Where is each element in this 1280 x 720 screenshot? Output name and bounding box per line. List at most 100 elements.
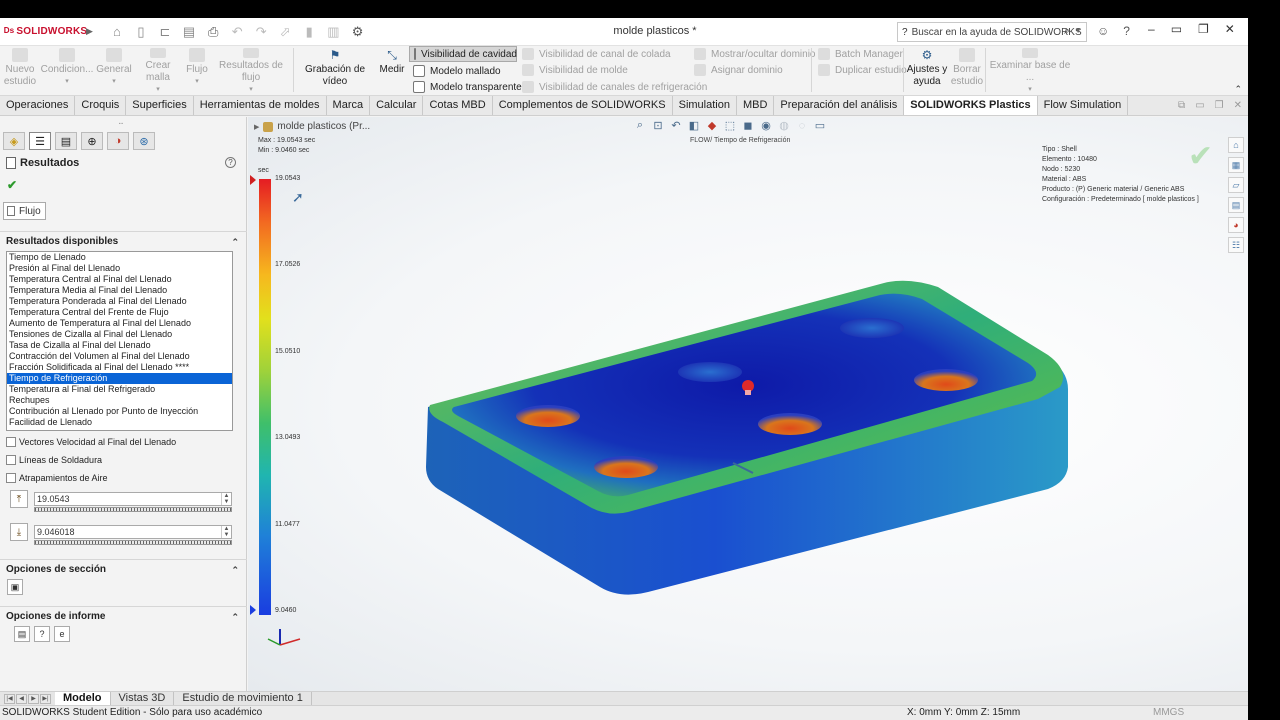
mold-visibility-toggle[interactable]: Visibilidad de molde [522,62,628,78]
result-list-item[interactable]: Tiempo de Llenado [7,252,232,263]
chevron-right-icon[interactable]: ▶ [86,26,93,37]
tab-12[interactable]: Flow Simulation [1038,96,1129,115]
hole-5[interactable] [840,318,904,338]
new-document-icon[interactable]: ▯ [135,24,147,40]
configuration-tab-icon[interactable]: ⊕ [81,132,103,150]
min-value-slider[interactable] [34,540,232,545]
chevron-up-icon[interactable]: ⌃ [231,607,239,627]
chevron-up-icon[interactable]: ⌃ [231,560,239,580]
ok-check-icon[interactable]: ✔ [7,178,17,192]
solidworks-logo[interactable]: ᴰˢ SOLIDWORKS [0,25,87,39]
hole-6[interactable] [914,369,978,391]
browse-database-button[interactable]: Examinar base de ... ▾ [988,46,1072,96]
tile-view-icon[interactable]: ⧉ [1178,100,1185,111]
result-list-item[interactable]: Presión al Final del Llenado [7,263,232,274]
tab-4[interactable]: Marca [327,96,371,115]
velocity-vectors-checkbox[interactable]: Vectores Velocidad al Final del Llenado [6,435,176,449]
tab-3[interactable]: Herramientas de moldes [194,96,327,115]
close-view-icon[interactable]: ✕ [1234,100,1242,111]
options-gear-icon[interactable]: ⚙ [352,24,364,40]
results-list[interactable]: Tiempo de Llenado Presión al Final del Ll… [6,251,233,431]
checkbox-box[interactable] [6,455,16,465]
ribbon-collapse-icon[interactable]: ⌃ [1234,84,1242,95]
feature-tree-tab-icon[interactable]: ☰ [29,132,51,150]
checkbox-box[interactable] [6,473,16,483]
bottom-tab-1[interactable]: Vistas 3D [111,692,175,705]
last-tab-icon[interactable]: ▶| [40,694,51,704]
status-units[interactable]: MMGS [1153,706,1184,720]
float-view-icon[interactable]: ▭ [1195,100,1204,111]
help-icon[interactable]: ? [1123,24,1130,38]
spinner-icon[interactable]: ▲ ▼ [221,526,231,538]
search-input[interactable]: Buscar en la ayuda de SOLIDWORKS [912,27,1082,38]
result-list-item[interactable]: Temperatura Central del Frente de Flujo [7,307,232,318]
batch-manager-button[interactable]: Batch Manager [818,46,903,62]
tab-10[interactable]: Preparación del análisis [774,96,905,115]
hole-1[interactable] [516,405,580,427]
first-tab-icon[interactable]: |◀ [4,694,15,704]
checkbox-box[interactable] [6,437,16,447]
restore-icon[interactable]: ❐ [1198,22,1209,36]
cavity-visibility-toggle[interactable]: Visibilidad de cavidad [409,46,517,62]
air-traps-checkbox[interactable]: Atrapamientos de Aire [6,471,108,485]
result-list-item[interactable]: Temperatura Central al Final del Llenado [7,274,232,285]
axis-triad[interactable] [267,629,301,646]
panel-grip-icon[interactable]: ⠒ [118,120,124,129]
tab-0[interactable]: Operaciones [0,96,76,115]
prev-tab-icon[interactable]: ◀ [16,694,27,704]
hole-3[interactable] [678,362,742,382]
cooling-visibility-toggle[interactable]: Visibilidad de canales de refrigeración [522,79,707,95]
settings-help-button[interactable]: ⚙ Ajustes y ayuda [906,46,948,96]
tab-2[interactable]: Superficies [126,96,194,115]
result-list-item[interactable]: Contracción del Volumen al Final del Lle… [7,351,232,362]
plastics-manager-tab-icon[interactable]: ◈ [3,132,25,150]
result-list-item[interactable]: Tasa de Cizalla al Final del Llenado [7,340,232,351]
close-icon[interactable]: ✕ [1225,22,1235,36]
tab-1[interactable]: Croquis [75,96,127,115]
available-results-header[interactable]: Resultados disponibles ⌃ [0,231,247,249]
measure-button[interactable]: ⤡ Medir [378,46,406,96]
weld-lines-checkbox[interactable]: Líneas de Soldadura [6,453,102,467]
result-list-item[interactable]: Aumento de Temperatura al Final del Llen… [7,318,232,329]
section-plane-icon[interactable]: ▣ [7,579,23,595]
bottom-tab-2[interactable]: Estudio de movimiento 1 [174,692,312,705]
section-options-header[interactable]: Opciones de sección ⌃ [0,559,247,577]
save-icon[interactable]: ▤ [183,24,195,40]
conditions-button[interactable]: Condicion... ▾ [41,46,93,96]
report-settings-icon[interactable]: ▤ [14,626,30,642]
duplicate-study-button[interactable]: Duplicar estudio [818,62,907,78]
tab-9[interactable]: MBD [737,96,775,115]
result-list-item[interactable]: Temperatura Media al Final del Llenado [7,285,232,296]
home-icon[interactable]: ⌂ [111,24,123,39]
search-icon[interactable]: ⌕ [1064,25,1070,38]
help-icon[interactable]: ? [225,157,236,168]
hole-4[interactable] [758,413,822,435]
maximize-view-icon[interactable]: ❐ [1215,100,1224,111]
print-icon[interactable]: ⎙ [207,24,219,40]
result-list-item[interactable]: Tiempo de Refrigeración [7,373,232,384]
general-button[interactable]: General ▾ [96,46,132,96]
undo-icon[interactable]: ↶ [231,24,243,40]
create-mesh-button[interactable]: Crear malla ▾ [134,46,182,96]
part-rendering[interactable] [248,117,1248,691]
result-list-item[interactable]: Facilidad de Llenado [7,417,232,428]
result-list-item[interactable]: Temperatura Ponderada al Final del Llena… [7,296,232,307]
result-list-item[interactable]: Contribución al Llenado por Punto de Iny… [7,406,232,417]
report-export-icon[interactable]: e [54,626,70,642]
graphics-viewport[interactable]: ▶ molde plasticos (Pr... Max : 19.0543 se… [248,117,1248,691]
result-list-item[interactable]: Fracción Solidificada al Final del Llena… [7,362,232,373]
help-search-box[interactable]: ? Buscar en la ayuda de SOLIDWORKS ⌕ ▼ [897,22,1087,42]
bottom-tab-0[interactable]: Modelo [55,692,111,705]
chevron-up-icon[interactable]: ⌃ [231,232,239,252]
minimize-icon[interactable]: – [1148,22,1155,36]
meshed-model-toggle[interactable]: Modelo mallado [413,63,501,79]
result-list-item[interactable]: Tensiones de Cizalla al Final del Llenad… [7,329,232,340]
spinner-icon[interactable]: ▲ ▼ [221,493,231,505]
tab-5[interactable]: Calcular [370,96,424,115]
select-icon[interactable]: ⬀ [279,24,291,40]
tab-8[interactable]: Simulation [673,96,737,115]
transparent-model-toggle[interactable]: Modelo transparente [413,79,522,95]
flow-results-button[interactable]: Resultados de flujo ▾ [212,46,290,96]
user-icon[interactable]: ☺ [1097,24,1109,38]
tab-6[interactable]: Cotas MBD [423,96,493,115]
